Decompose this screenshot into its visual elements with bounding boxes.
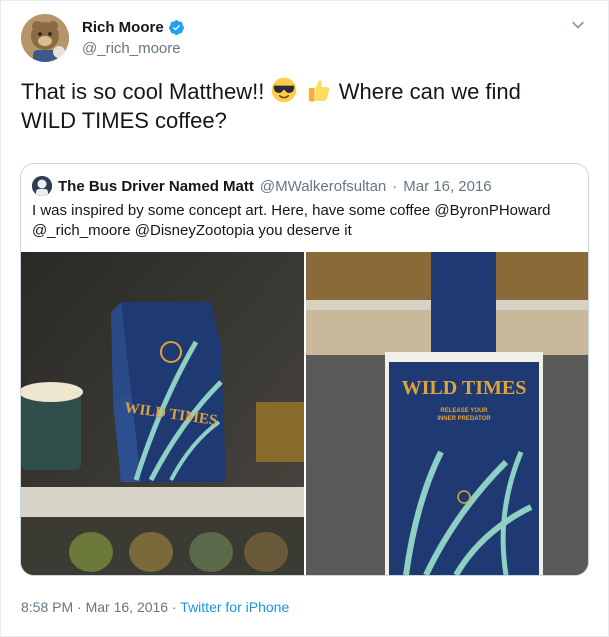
thumbs-up-emoji-icon [308, 80, 329, 102]
tweet-text-part-2: Where can we find [338, 79, 521, 104]
quoted-author-display-name: The Bus Driver Named Matt [58, 177, 254, 195]
footer-separator-2: · [171, 599, 177, 615]
quoted-date: Mar 16, 2016 [403, 177, 492, 195]
coffee-bag-image: WILD TIMES [21, 252, 304, 575]
quoted-tweet-text: I was inspired by some concept art. Here… [32, 201, 577, 241]
quoted-tweet-header: The Bus Driver Named Matt @MWalkerofsult… [32, 176, 492, 196]
quoted-separator: · [392, 177, 398, 195]
tweet-text-part-1: That is so cool Matthew!! [21, 79, 265, 104]
tweet-text: That is so cool Matthew!! Where can we f… [21, 77, 581, 135]
footer-separator-1: · [77, 599, 82, 615]
tweet-footer: 8:58 PM · Mar 16, 2016 · Twitter for iPh… [21, 599, 289, 615]
sign-title: WILD TIMES [401, 377, 526, 399]
sign-image: WILD TIMES RELEASE YOUR INNER PREDATOR [305, 252, 588, 575]
tweet-source-link[interactable]: Twitter for iPhone [180, 599, 289, 615]
tweet-card: Rich Moore @_rich_moore That is so cool … [0, 0, 609, 637]
sunglasses-emoji-icon [272, 77, 297, 103]
quoted-avatar-image [32, 176, 52, 196]
chevron-down-icon[interactable] [570, 17, 586, 33]
quoted-media: WILD TIMES WILD TIMES RELEASE YOUR INNER… [21, 252, 588, 575]
author-name-row: Rich Moore [82, 19, 185, 36]
quoted-text-line-2: @_rich_moore @DisneyZootopia you deserve… [32, 222, 352, 239]
quoted-tweet[interactable]: The Bus Driver Named Matt @MWalkerofsult… [20, 163, 589, 576]
author-avatar[interactable] [21, 14, 69, 62]
tweet-time[interactable]: 8:58 PM [21, 599, 73, 615]
verified-badge-icon [168, 20, 184, 35]
coffee-bag-photo[interactable]: WILD TIMES [21, 252, 304, 575]
tweet-text-line-1: That is so cool Matthew!! Where can we f… [21, 77, 581, 106]
sign-subtitle-2: INNER PREDATOR [437, 416, 491, 422]
quoted-author-avatar [32, 176, 52, 196]
tweet-text-line-2: WILD TIMES coffee? [21, 108, 227, 133]
tweet-date[interactable]: Mar 16, 2016 [86, 599, 169, 615]
wild-times-sign-photo[interactable]: WILD TIMES RELEASE YOUR INNER PREDATOR [305, 252, 588, 575]
sign-subtitle-1: RELEASE YOUR [440, 408, 488, 414]
author-handle[interactable]: @_rich_moore [82, 40, 181, 57]
quoted-text-line-1: I was inspired by some concept art. Here… [32, 202, 551, 219]
author-display-name[interactable]: Rich Moore [82, 19, 164, 36]
quoted-author-handle: @MWalkerofsultan [259, 177, 387, 195]
avatar-image [21, 14, 69, 62]
